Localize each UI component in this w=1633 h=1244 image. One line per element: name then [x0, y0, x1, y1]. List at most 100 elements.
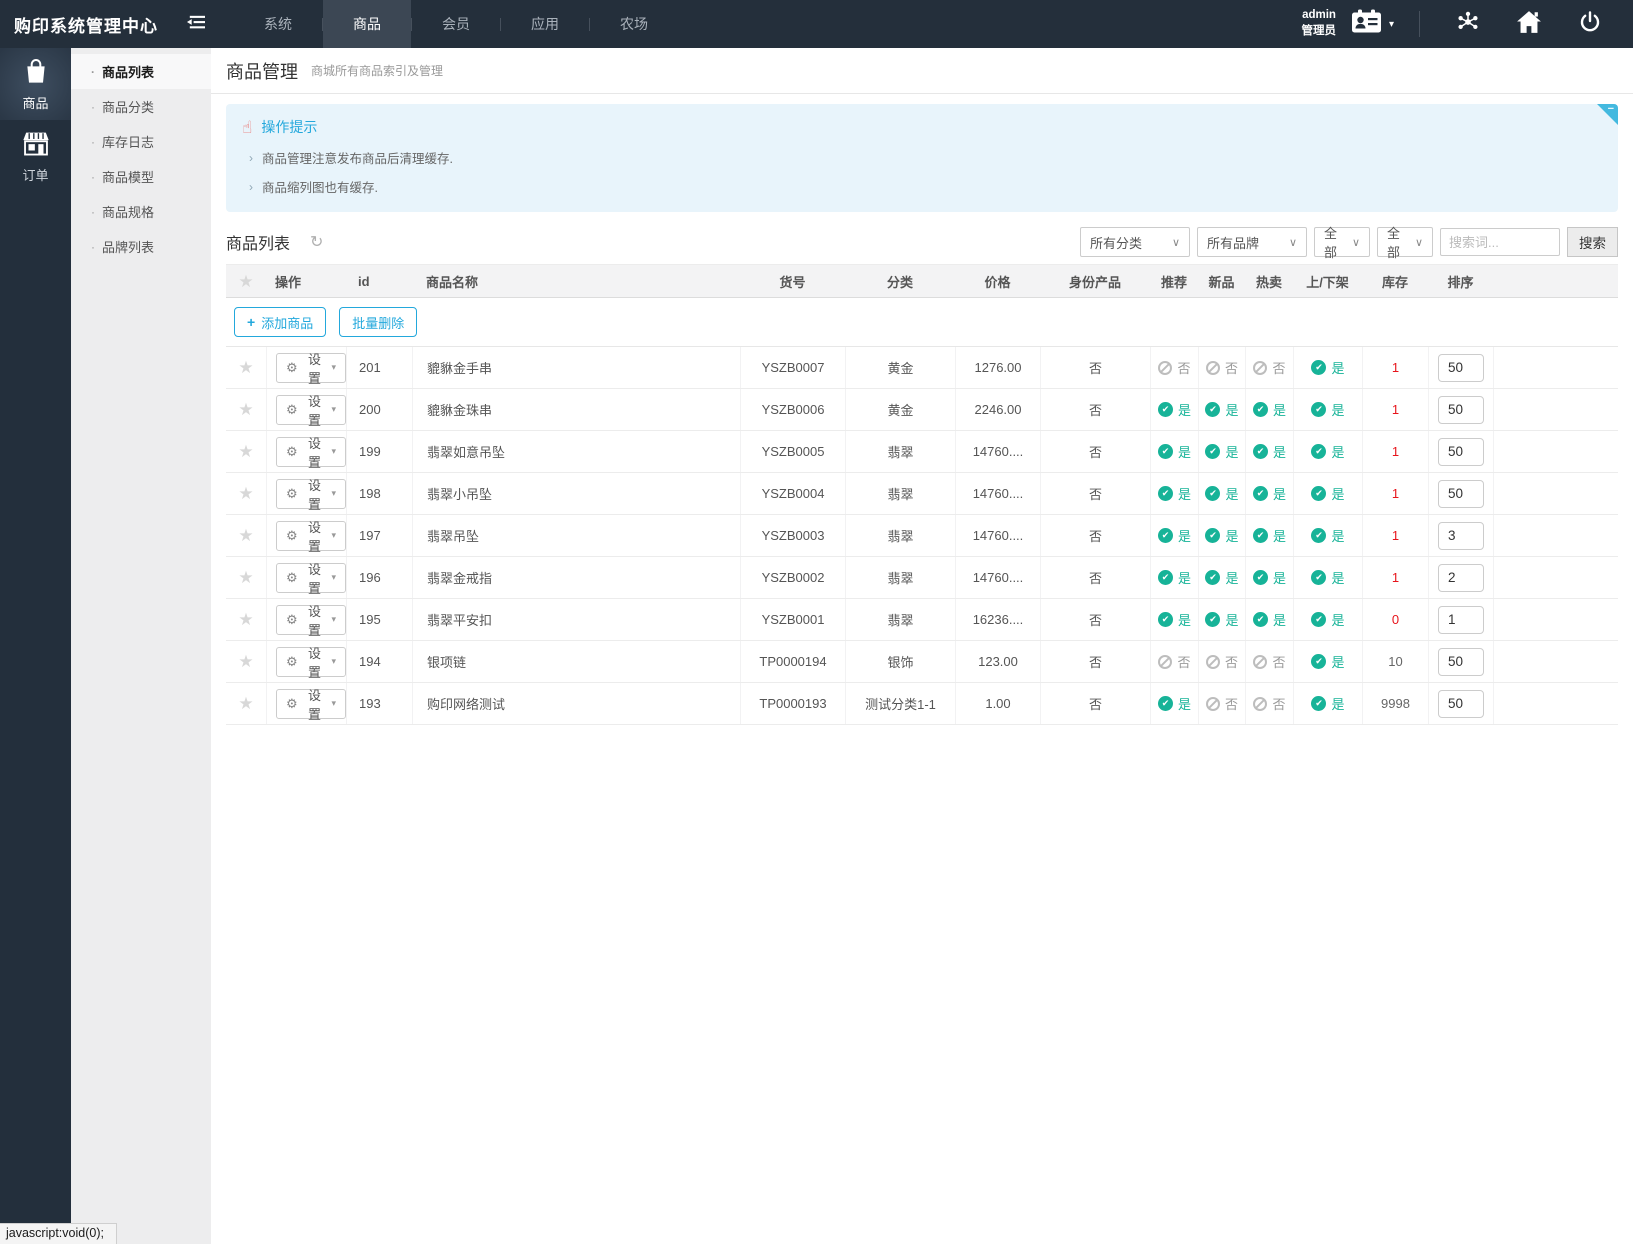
sort-input[interactable]	[1438, 438, 1484, 466]
sort-input[interactable]	[1438, 690, 1484, 718]
row-settings-button[interactable]: ⚙设置▾	[276, 521, 346, 551]
submenu-item[interactable]: ·商品模型	[71, 159, 211, 194]
check-circle-icon: ✔	[1311, 612, 1326, 627]
sort-input[interactable]	[1438, 480, 1484, 508]
nav-item[interactable]: 商品	[323, 0, 411, 48]
brand-select[interactable]: 所有品牌 ∨	[1197, 227, 1307, 257]
logout-button[interactable]	[1575, 9, 1605, 39]
status-yes: ✔是	[1205, 610, 1238, 629]
favorite-star-icon[interactable]: ★	[238, 653, 253, 670]
main-content: 商品管理 商城所有商品索引及管理 ☝ 操作提示 ›商品管理注意发布商品后清理缓存…	[211, 48, 1633, 1244]
settings-label: 设置	[303, 433, 327, 471]
batch-delete-button[interactable]: 批量删除	[339, 307, 417, 337]
row-settings-button[interactable]: ⚙设置▾	[276, 479, 346, 509]
hot-cell: 否	[1245, 347, 1293, 388]
row-settings-button[interactable]: ⚙设置▾	[276, 395, 346, 425]
sidebar-toggle-button[interactable]	[174, 0, 216, 48]
sort-input[interactable]	[1438, 354, 1484, 382]
row-settings-button[interactable]: ⚙设置▾	[276, 353, 346, 383]
status-label: 是	[1331, 442, 1344, 461]
new-cell: 否	[1198, 347, 1245, 388]
price-cell: 14760....	[955, 431, 1040, 472]
submenu-item[interactable]: ·库存日志	[71, 124, 211, 159]
new-cell: ✔是	[1198, 431, 1245, 472]
onsale-cell: ✔是	[1293, 389, 1362, 430]
submenu-item-label: 商品模型	[102, 167, 154, 186]
sort-input[interactable]	[1438, 522, 1484, 550]
submenu-item[interactable]: ·商品分类	[71, 89, 211, 124]
filter-select-2[interactable]: 全部 ∨	[1377, 227, 1433, 257]
sort-input[interactable]	[1438, 564, 1484, 592]
category-select[interactable]: 所有分类 ∨	[1080, 227, 1190, 257]
product-name-cell: 翡翠金戒指	[412, 557, 740, 598]
add-product-button[interactable]: + 添加商品	[234, 307, 326, 337]
sidebar-item-订单[interactable]: 订单	[0, 120, 71, 192]
favorite-star-icon[interactable]: ★	[238, 695, 253, 712]
status-label: 是	[1331, 400, 1344, 419]
stock-cell: 1	[1362, 515, 1428, 556]
row-settings-button[interactable]: ⚙设置▾	[276, 647, 346, 677]
id-cell: 195	[346, 599, 412, 640]
submenu-item[interactable]: ·品牌列表	[71, 229, 211, 264]
sidebar-item-商品[interactable]: 商品	[0, 48, 71, 120]
chevron-down-icon: ▾	[331, 446, 336, 457]
row-settings-button[interactable]: ⚙设置▾	[276, 437, 346, 467]
search-input[interactable]	[1440, 228, 1560, 256]
submenu-item[interactable]: ·商品规格	[71, 194, 211, 229]
check-circle-icon: ✔	[1158, 696, 1173, 711]
status-label: 是	[1178, 694, 1191, 713]
search-button[interactable]: 搜索	[1567, 227, 1618, 257]
column-header-label: 新品	[1208, 272, 1234, 291]
identity-cell: 否	[1040, 599, 1150, 640]
stock-value: 1	[1392, 444, 1399, 459]
status-label: 否	[1272, 694, 1285, 713]
identity-cell: 否	[1040, 473, 1150, 514]
stock-cell: 9998	[1362, 683, 1428, 724]
column-header-label: 分类	[887, 272, 913, 291]
nav-item[interactable]: 应用	[501, 0, 589, 48]
nav-item[interactable]: 系统	[234, 0, 322, 48]
status-yes: ✔是	[1253, 568, 1286, 587]
favorite-star-icon[interactable]: ★	[238, 401, 253, 418]
row-settings-button[interactable]: ⚙设置▾	[276, 563, 346, 593]
row-settings-button[interactable]: ⚙设置▾	[276, 689, 346, 719]
check-circle-icon: ✔	[1311, 696, 1326, 711]
sidebar-item-label: 订单	[22, 165, 48, 184]
status-label: 是	[1331, 484, 1344, 503]
stock-cell: 1	[1362, 389, 1428, 430]
status-label: 是	[1225, 400, 1238, 419]
stock-value: 10	[1388, 654, 1402, 669]
home-button[interactable]	[1514, 9, 1544, 39]
tip-item: ›商品管理注意发布商品后清理缓存.	[249, 148, 1602, 167]
filter-select-1[interactable]: 全部 ∨	[1314, 227, 1370, 257]
refresh-icon[interactable]: ↻	[310, 232, 323, 252]
status-label: 是	[1331, 610, 1344, 629]
check-circle-icon: ✔	[1158, 444, 1173, 459]
favorite-star-icon[interactable]: ★	[238, 569, 253, 586]
bullet-dot-icon: ·	[91, 65, 95, 79]
favorite-star-icon[interactable]: ★	[238, 611, 253, 628]
status-label: 否	[1225, 358, 1238, 377]
submenu-item[interactable]: ·商品列表	[71, 54, 211, 89]
row-settings-button[interactable]: ⚙设置▾	[276, 605, 346, 635]
nav-item[interactable]: 会员	[412, 0, 500, 48]
favorite-star-icon[interactable]: ★	[238, 485, 253, 502]
nav-item[interactable]: 农场	[590, 0, 678, 48]
modules-button[interactable]	[1453, 9, 1483, 39]
favorite-star-icon[interactable]: ★	[238, 527, 253, 544]
stock-value: 1	[1392, 486, 1399, 501]
product-name-cell: 购印网络测试	[412, 683, 740, 724]
sort-cell	[1428, 641, 1493, 682]
check-circle-icon: ✔	[1205, 528, 1220, 543]
stock-cell: 0	[1362, 599, 1428, 640]
sort-input[interactable]	[1438, 648, 1484, 676]
favorite-star-icon[interactable]: ★	[238, 359, 253, 376]
sort-input[interactable]	[1438, 606, 1484, 634]
sort-input[interactable]	[1438, 396, 1484, 424]
prohibited-circle-icon	[1206, 655, 1220, 669]
category-cell: 黄金	[845, 389, 955, 430]
user-menu-button[interactable]: ▾	[1351, 9, 1394, 39]
status-yes: ✔是	[1311, 694, 1344, 713]
favorite-star-icon[interactable]: ★	[238, 443, 253, 460]
table-body: ★⚙设置▾201貔貅金手串YSZB0007黄金1276.00否否否否✔是1★⚙设…	[226, 347, 1618, 725]
